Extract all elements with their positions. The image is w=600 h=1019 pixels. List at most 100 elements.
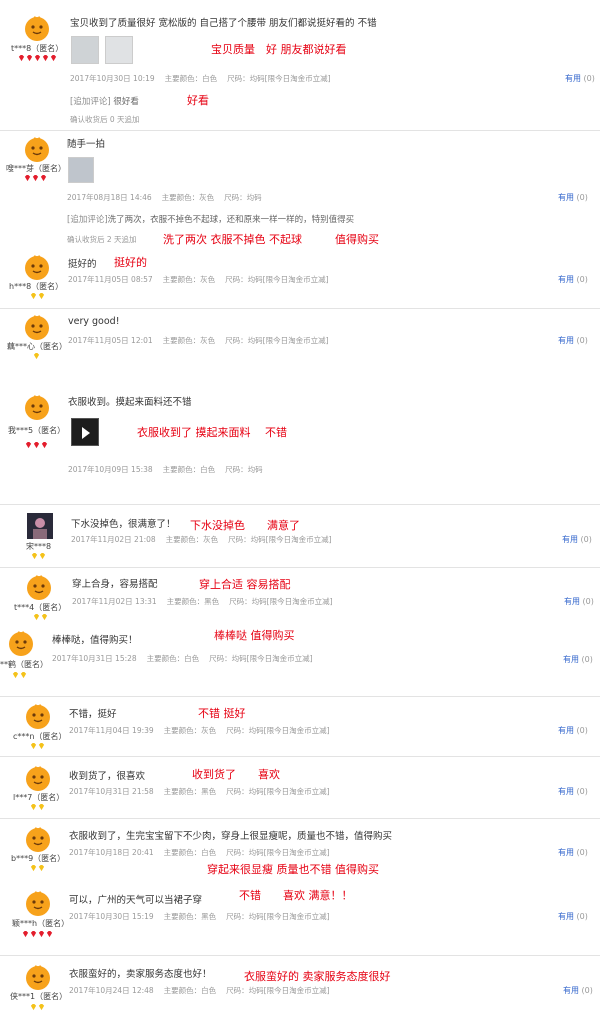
useful-button[interactable]: 有用 (0) bbox=[562, 534, 592, 545]
review-date: 2017年10月31日 21:58 bbox=[69, 787, 154, 796]
user-avatar bbox=[25, 890, 51, 916]
useful-label: 有用 bbox=[558, 912, 574, 921]
size-prefix: 尺码： bbox=[225, 336, 248, 345]
color-prefix: 主要颜色： bbox=[163, 986, 202, 995]
buyer-level-badge bbox=[30, 743, 45, 750]
review-photo-thumbnail[interactable] bbox=[71, 36, 99, 64]
username: t***8（匿名） bbox=[11, 44, 64, 53]
color-prefix: 主要颜色： bbox=[166, 597, 205, 606]
review-content: 棒棒哒，值得购买！ bbox=[52, 635, 138, 646]
annotation-note: 宝贝质量 好 朋友都说好看 bbox=[211, 43, 347, 56]
user-avatar bbox=[24, 254, 50, 280]
size-prefix: 尺码： bbox=[227, 74, 250, 83]
size-prefix: 尺码： bbox=[226, 787, 249, 796]
size-prefix: 尺码： bbox=[225, 275, 248, 284]
follow-up-text: 洗了两次，衣服不掉色不起球，还和原来一样一样的，特别值得买 bbox=[107, 215, 355, 225]
follow-up-text: 很好看 bbox=[113, 97, 139, 107]
buyer-level-badge bbox=[25, 442, 48, 449]
user-avatar bbox=[25, 826, 51, 852]
follow-up-comment: [追加评论] 很好看 bbox=[70, 95, 139, 107]
useful-button[interactable]: 有用 (0) bbox=[558, 274, 588, 285]
useful-button[interactable]: 有用 (0) bbox=[558, 335, 588, 346]
review-content: 挺好的 bbox=[68, 259, 97, 270]
review-meta: 2017年11月05日 12:01 主要颜色：灰色 尺码：均码[限今日淘金币立减] bbox=[68, 335, 339, 346]
size-value: 均码[限今日淘金币立减] bbox=[247, 336, 329, 345]
review-meta: 2017年10月30日 10:19 主要颜色：白色 尺码：均码[限今日淘金币立减] bbox=[70, 73, 341, 84]
useful-button[interactable]: 有用 (0) bbox=[558, 192, 588, 203]
size-value: 均码[限今日淘金币立减] bbox=[251, 597, 333, 606]
review-content: 不错，挺好 bbox=[69, 709, 117, 720]
review-photo-thumbnail[interactable] bbox=[105, 36, 133, 64]
user-avatar bbox=[24, 136, 50, 162]
useful-button[interactable]: 有用 (0) bbox=[558, 911, 588, 922]
username: l***7（匿名） bbox=[13, 793, 65, 802]
review-photo-thumbnail[interactable] bbox=[68, 157, 94, 183]
review-date: 2017年10月09日 15:38 bbox=[68, 465, 153, 474]
review-meta: 2017年11月04日 19:39 主要颜色：灰色 尺码：均码[限今日淘金币立减] bbox=[69, 725, 340, 736]
size-value: 均码[限今日淘金币立减] bbox=[247, 275, 329, 284]
review-meta: 2017年10月09日 15:38 主要颜色：白色 尺码：均码 bbox=[68, 464, 273, 475]
color-prefix: 主要颜色： bbox=[163, 848, 202, 857]
size-prefix: 尺码： bbox=[226, 986, 249, 995]
divider bbox=[0, 504, 600, 505]
review-meta: 2017年10月18日 20:41 主要颜色：白色 尺码：均码[限今日淘金币立减] bbox=[69, 847, 340, 858]
useful-button[interactable]: 有用 (0) bbox=[563, 654, 593, 665]
review-content: 穿上合身，容易搭配 bbox=[72, 579, 158, 590]
color-value: 灰色 bbox=[199, 193, 215, 202]
username: 宋***8 bbox=[26, 542, 52, 551]
review-content: 衣服收到。摸起来面料还不错 bbox=[68, 397, 192, 408]
useful-count: (0) bbox=[580, 535, 592, 544]
annotation-note: 挺好的 bbox=[114, 256, 147, 269]
buyer-level-badge bbox=[30, 865, 45, 872]
review-meta: 2017年11月05日 08:57 主要颜色：灰色 尺码：均码[限今日淘金币立减] bbox=[68, 274, 339, 285]
useful-button[interactable]: 有用 (0) bbox=[558, 725, 588, 736]
review-meta: 2017年08月18日 14:46 主要颜色：灰色 尺码：均码 bbox=[67, 192, 272, 203]
review-date: 2017年10月30日 15:19 bbox=[69, 912, 154, 921]
size-prefix: 尺码： bbox=[228, 535, 251, 544]
review-video-thumbnail[interactable] bbox=[71, 418, 99, 446]
useful-count: (0) bbox=[576, 787, 588, 796]
buyer-level-badge bbox=[22, 931, 53, 938]
useful-button[interactable]: 有用 (0) bbox=[558, 786, 588, 797]
buyer-level-badge bbox=[33, 353, 40, 360]
useful-button[interactable]: 有用 (0) bbox=[564, 596, 594, 607]
username: t***4（匿名） bbox=[14, 603, 67, 612]
color-value: 白色 bbox=[202, 74, 218, 83]
useful-label: 有用 bbox=[562, 535, 578, 544]
username: 藕***心（匿名） bbox=[7, 342, 67, 351]
buyer-level-badge bbox=[12, 672, 27, 679]
annotation-note: 好看 bbox=[187, 94, 209, 107]
useful-button[interactable]: 有用 (0) bbox=[558, 847, 588, 858]
review-meta: 2017年11月02日 13:31 主要颜色：黑色 尺码：均码[限今日淘金币立减] bbox=[72, 596, 343, 607]
size-value: 均码[限今日淘金币立减] bbox=[231, 654, 313, 663]
review-content: 衣服收到了，生完宝宝留下不少肉，穿身上很显瘦呢，质量也不错，值得购买 bbox=[69, 831, 393, 842]
divider bbox=[0, 955, 600, 956]
size-value: 均码[限今日淘金币立减] bbox=[248, 986, 330, 995]
color-value: 黑色 bbox=[201, 787, 217, 796]
size-value: 均码[限今日淘金币立减] bbox=[249, 74, 331, 83]
color-prefix: 主要颜色： bbox=[162, 336, 201, 345]
color-value: 灰色 bbox=[200, 336, 216, 345]
useful-count: (0) bbox=[576, 193, 588, 202]
useful-label: 有用 bbox=[558, 787, 574, 796]
useful-count: (0) bbox=[576, 912, 588, 921]
useful-count: (0) bbox=[582, 597, 594, 606]
useful-button[interactable]: 有用 (0) bbox=[565, 73, 595, 84]
review-meta: 2017年10月31日 21:58 主要颜色：黑色 尺码：均码[限今日淘金币立减] bbox=[69, 786, 340, 797]
username: **鹤（匿名） bbox=[0, 660, 48, 669]
review-content: 下水没掉色，很满意了！ bbox=[71, 519, 176, 530]
username: b***9（匿名） bbox=[11, 854, 66, 863]
buyer-level-badge bbox=[30, 293, 45, 300]
annotation-note: 下水没掉色 满意了 bbox=[190, 519, 300, 532]
size-prefix: 尺码： bbox=[209, 654, 232, 663]
user-avatar bbox=[25, 703, 51, 729]
review-date: 2017年11月02日 13:31 bbox=[72, 597, 157, 606]
color-prefix: 主要颜色： bbox=[165, 535, 204, 544]
useful-label: 有用 bbox=[564, 597, 580, 606]
divider bbox=[0, 696, 600, 697]
color-prefix: 主要颜色： bbox=[163, 912, 202, 921]
review-date: 2017年10月18日 20:41 bbox=[69, 848, 154, 857]
color-prefix: 主要颜色： bbox=[164, 74, 203, 83]
buyer-level-badge bbox=[30, 804, 45, 811]
useful-button[interactable]: 有用 (0) bbox=[563, 985, 593, 996]
